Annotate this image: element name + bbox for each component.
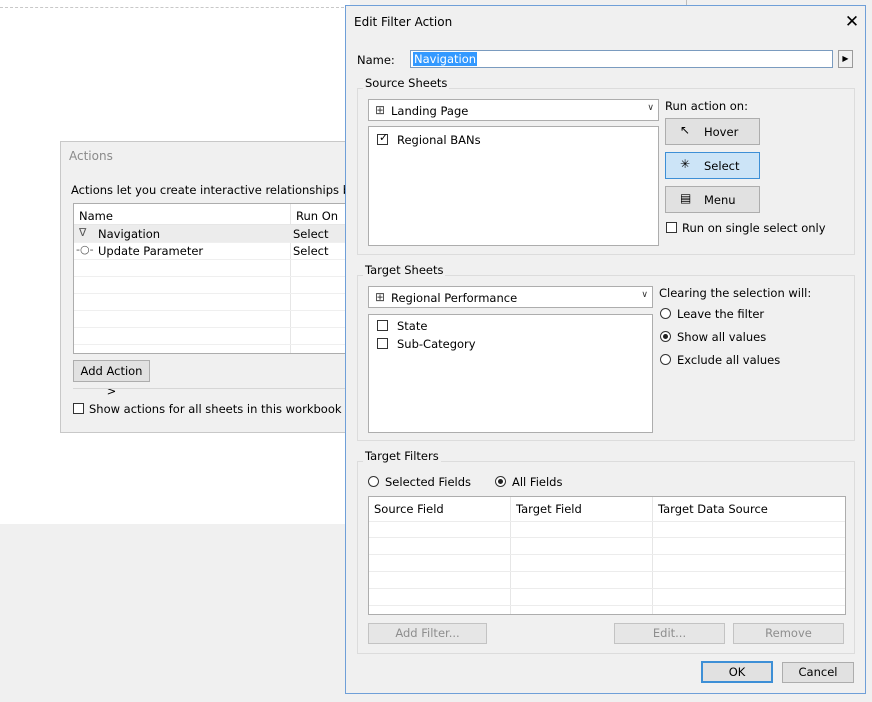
empty-row xyxy=(74,327,364,345)
target-filters-label: Target Filters xyxy=(363,449,441,463)
click-pointer-icon: ✳ xyxy=(680,157,691,171)
show-all-sheets-label: Show actions for all sheets in this work… xyxy=(89,402,342,416)
show-all-values-radio[interactable] xyxy=(660,331,671,342)
add-action-button[interactable]: Add Action > xyxy=(73,360,150,398)
select-button[interactable]: ✳ Select xyxy=(665,152,760,179)
remove-button[interactable]: Remove xyxy=(733,623,844,644)
empty-row xyxy=(74,293,364,311)
target-filters-table[interactable]: Source Field Target Field Target Data So… xyxy=(368,496,846,615)
row-line xyxy=(369,571,845,572)
action-run-on: Select xyxy=(293,244,329,258)
run-single-select-checkbox[interactable] xyxy=(666,222,677,233)
dialog-title: Edit Filter Action xyxy=(354,15,453,29)
empty-row xyxy=(74,259,364,277)
cancel-button[interactable]: Cancel xyxy=(782,662,854,683)
hover-button[interactable]: ↖ Hover xyxy=(665,118,760,145)
action-name: Navigation xyxy=(98,227,161,241)
clearing-selection-label: Clearing the selection will: xyxy=(659,286,812,300)
hover-label: Hover xyxy=(704,125,739,139)
actions-dialog-title: Actions xyxy=(69,149,113,163)
row-line xyxy=(369,537,845,538)
separator xyxy=(73,388,363,389)
target-dashboard-dropdown[interactable]: ⊞ Regional Performance ∨ xyxy=(368,286,653,308)
source-dashboard-dropdown[interactable]: ⊞ Landing Page ∨ xyxy=(368,99,659,121)
empty-row xyxy=(74,310,364,328)
edit-button[interactable]: Edit... xyxy=(614,623,725,644)
list-item[interactable]: State xyxy=(369,319,639,334)
list-item[interactable]: ✓ Regional BANs xyxy=(369,131,649,148)
dashboard-icon: ⊞ xyxy=(375,103,386,117)
sheet-checkbox[interactable] xyxy=(377,338,388,349)
close-icon[interactable]: ✕ xyxy=(843,12,861,32)
target-sheets-label: Target Sheets xyxy=(363,263,446,277)
parameter-icon: -○- xyxy=(76,243,94,256)
actions-dialog: Actions Actions let you create interacti… xyxy=(60,141,403,433)
menu-pointer-icon: ▤ xyxy=(680,191,692,205)
add-filter-button[interactable]: Add Filter... xyxy=(368,623,487,644)
select-label: Select xyxy=(704,159,740,173)
menu-button[interactable]: ▤ Menu xyxy=(665,186,760,213)
pointer-icon: ↖ xyxy=(680,123,691,137)
actions-list-header: Name ^ Run On xyxy=(74,204,364,225)
row-line xyxy=(369,521,845,522)
column-header-target-field: Target Field xyxy=(516,502,582,516)
source-sheets-label: Source Sheets xyxy=(363,76,450,90)
column-header-target-data-source: Target Data Source xyxy=(658,502,768,516)
leave-filter-radio[interactable] xyxy=(660,308,671,319)
name-input[interactable]: Navigation xyxy=(410,50,833,68)
action-row-navigation[interactable]: ∇ Navigation Select xyxy=(74,225,364,243)
row-line xyxy=(369,588,845,589)
edit-filter-action-dialog: Edit Filter Action ✕ Name: Navigation ▶ … xyxy=(345,5,866,694)
all-fields-label: All Fields xyxy=(512,475,563,489)
show-all-sheets-checkbox[interactable] xyxy=(73,403,84,414)
sheet-checkbox[interactable] xyxy=(377,320,388,331)
show-all-values-label: Show all values xyxy=(677,330,767,344)
chevron-down-icon: ∨ xyxy=(647,103,654,113)
column-header-source-field: Source Field xyxy=(374,502,444,516)
empty-row xyxy=(74,276,364,294)
ok-button[interactable]: OK xyxy=(701,661,773,683)
list-item[interactable]: Sub-Category xyxy=(369,337,639,352)
selected-fields-label: Selected Fields xyxy=(385,475,472,489)
name-value: Navigation xyxy=(413,52,478,66)
name-label: Name: xyxy=(357,53,395,67)
check-icon: ✓ xyxy=(379,131,389,144)
actions-list[interactable]: Name ^ Run On ∇ Navigation Select -○- Up… xyxy=(73,203,365,354)
sheet-label: Regional BANs xyxy=(397,133,481,147)
action-name: Update Parameter xyxy=(98,244,204,258)
row-line xyxy=(369,554,845,555)
chevron-down-icon: ∨ xyxy=(641,290,648,300)
target-sheets-list[interactable]: State Sub-Category xyxy=(368,314,653,433)
exclude-all-values-label: Exclude all values xyxy=(677,353,781,367)
leave-filter-label: Leave the filter xyxy=(677,307,765,321)
action-row-update-parameter[interactable]: -○- Update Parameter Select xyxy=(74,242,364,260)
sort-arrow-icon: ^ xyxy=(178,203,187,211)
column-header-run-on[interactable]: Run On xyxy=(296,209,338,223)
column-header-name[interactable]: Name xyxy=(79,209,113,223)
all-fields-radio[interactable] xyxy=(495,476,506,487)
run-action-label: Run action on: xyxy=(665,99,748,113)
action-run-on: Select xyxy=(293,227,329,241)
source-dashboard-value: Landing Page xyxy=(391,104,469,118)
column-separator xyxy=(510,497,511,614)
menu-label: Menu xyxy=(704,193,736,207)
column-separator xyxy=(652,497,653,614)
dashboard-icon: ⊞ xyxy=(375,290,386,304)
run-single-select-label: Run on single select only xyxy=(682,221,826,235)
source-sheets-list[interactable]: ✓ Regional BANs xyxy=(368,126,659,246)
target-dashboard-value: Regional Performance xyxy=(391,291,518,305)
sheet-checkbox[interactable]: ✓ xyxy=(377,131,389,145)
filter-icon: ∇ xyxy=(79,226,87,239)
sheet-label: Sub-Category xyxy=(397,337,476,351)
sheet-label: State xyxy=(397,319,428,333)
insert-field-button[interactable]: ▶ xyxy=(838,50,853,68)
exclude-all-values-radio[interactable] xyxy=(660,354,671,365)
row-line xyxy=(369,605,845,606)
selected-fields-radio[interactable] xyxy=(368,476,379,487)
